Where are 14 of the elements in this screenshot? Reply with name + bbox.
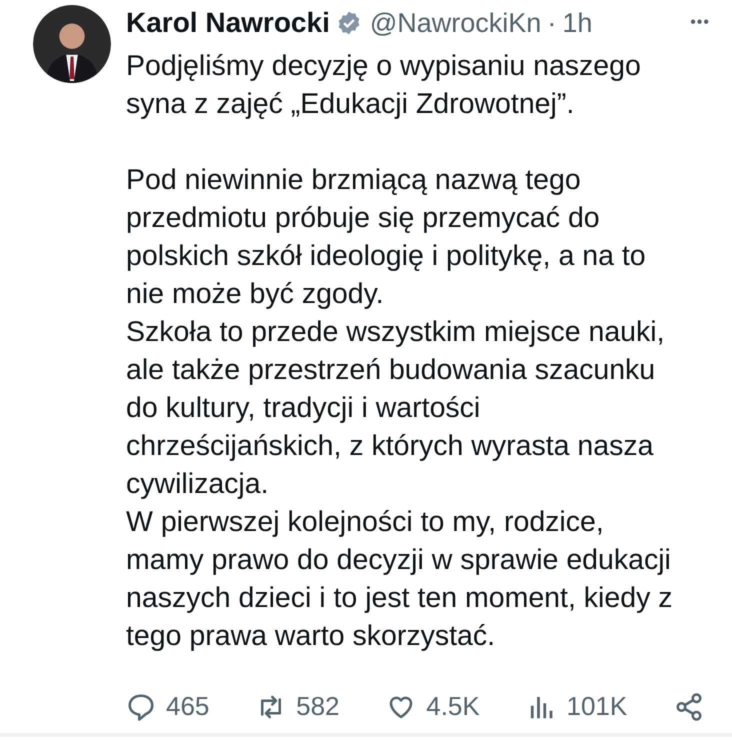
reply-count: 465 [166,691,210,722]
views-count: 101K [566,691,628,722]
author-name[interactable]: Karol Nawrocki [126,7,330,39]
post-text: Podjęliśmy decyzję o wypisaniu naszego syna z zajęć „Edukacji Zdrowotnej”. [126,49,642,122]
user-handle[interactable]: @NawrockiKn [370,8,542,38]
separator-dot: · [547,8,556,38]
post-text: Pod niewinnie brzmiącą nazwą tego przedmiotu próbuje się przemycać do polskich szkół ideologię i politykę, a na to nie może być zgody. Szkoła to przede wszystkim miejsce nauki, ale także przestrzeń budowania szacunku do kultury, tradycji i wartości chrześcijańskich, z których wyrasta nasza cywilizacja. W pierwszej kolejności to my, rodzice, mamy prawo do decyzji w sprawie edukacji naszych dzieci i to jest ten moment, kiedy z tego prawa warto skorzystać. [126,163,674,654]
avatar[interactable] [33,5,111,83]
repost-count: 582 [296,691,340,722]
like-count: 4.5K [426,691,480,722]
more-button[interactable]: ••• [690,14,710,32]
comment-icon[interactable] [126,692,156,722]
post-time[interactable]: 1h [562,8,592,38]
share-icon[interactable] [674,692,704,722]
